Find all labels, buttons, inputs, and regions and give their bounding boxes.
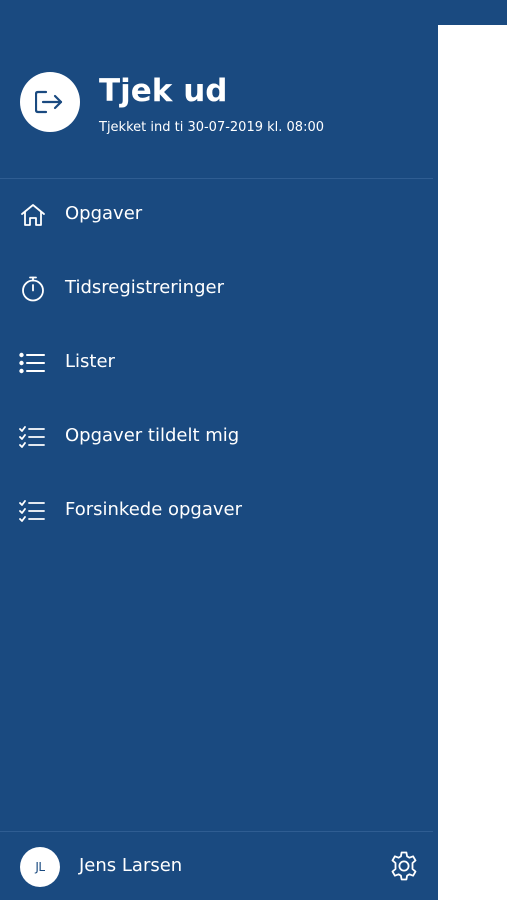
menu-item-tidsregistreringer[interactable]: Tidsregistreringer: [0, 251, 433, 325]
checklist-icon: [19, 423, 46, 450]
menu-item-lister[interactable]: Lister: [0, 325, 433, 399]
check-out-header: Tjek ud Tjekket ind ti 30-07-2019 kl. 08…: [0, 0, 438, 178]
menu-item-opgaver-tildelt-mig[interactable]: Opgaver tildelt mig: [0, 399, 433, 473]
checked-in-status: Tjekket ind ti 30-07-2019 kl. 08:00: [99, 120, 324, 135]
user-footer: JL Jens Larsen: [0, 832, 438, 900]
navigation-drawer: Tjek ud Tjekket ind ti 30-07-2019 kl. 08…: [0, 0, 438, 900]
menu-item-forsinkede-opgaver[interactable]: Forsinkede opgaver: [0, 473, 433, 547]
main-content-pane[interactable]: [438, 25, 507, 900]
gear-icon: [388, 850, 420, 882]
stopwatch-icon: [19, 275, 46, 302]
avatar[interactable]: JL: [20, 847, 60, 887]
menu-item-label: Lister: [65, 351, 115, 372]
check-out-title[interactable]: Tjek ud: [99, 71, 227, 111]
menu-item-label: Forsinkede opgaver: [65, 499, 243, 520]
sign-out-icon: [35, 90, 65, 114]
check-out-button[interactable]: [20, 72, 80, 132]
user-name[interactable]: Jens Larsen: [79, 853, 182, 879]
home-icon: [19, 201, 46, 228]
menu-item-label: Opgaver tildelt mig: [65, 425, 240, 446]
settings-button[interactable]: [387, 849, 421, 883]
menu-item-label: Opgaver: [65, 203, 143, 224]
checklist-icon: [19, 497, 46, 524]
menu-item-opgaver[interactable]: Opgaver: [0, 177, 433, 251]
list-icon: [19, 349, 46, 376]
menu-item-label: Tidsregistreringer: [65, 277, 224, 298]
